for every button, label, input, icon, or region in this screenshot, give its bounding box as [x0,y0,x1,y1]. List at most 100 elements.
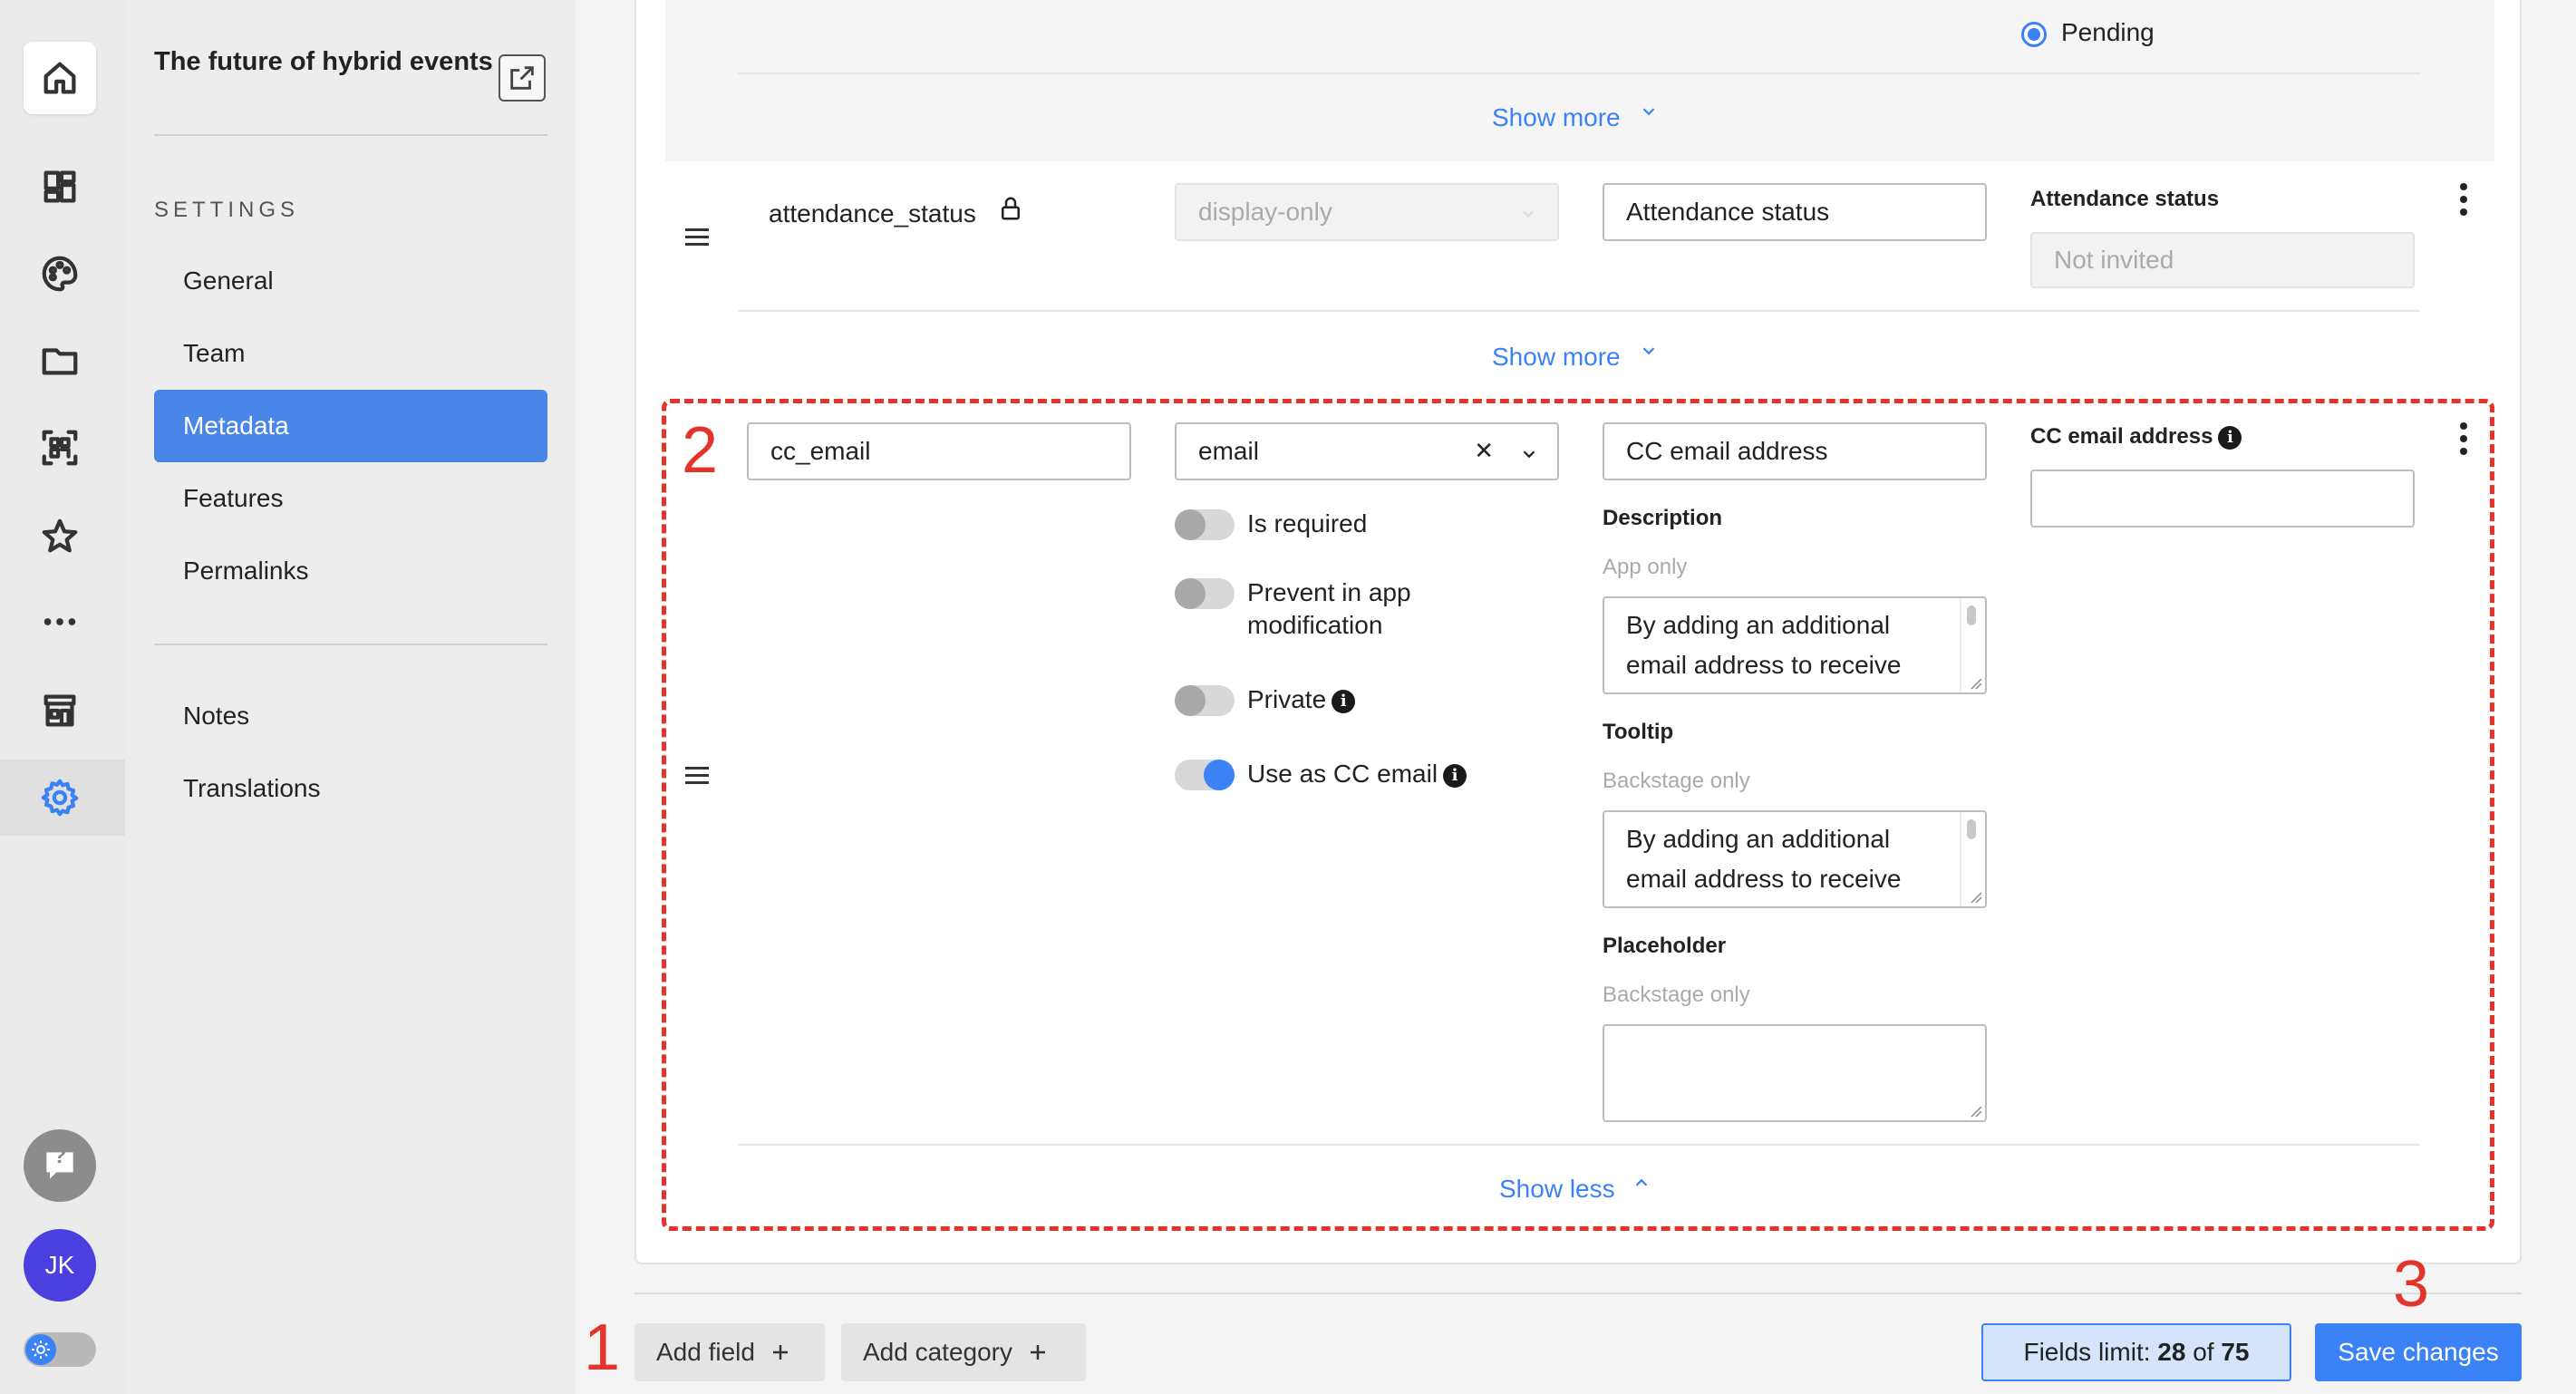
row-divider [738,310,2420,312]
qr-code-icon[interactable] [24,411,96,484]
use-as-cc-email-label: Use as CC email i [1247,760,1467,789]
limit-used: 28 [2157,1338,2186,1366]
folder-icon[interactable] [24,324,96,397]
plus-icon [1031,1345,1045,1360]
open-external-button[interactable] [499,54,546,102]
drag-handle-icon[interactable] [685,767,709,789]
store-icon[interactable] [24,674,96,747]
pending-radio-label: Pending [2061,18,2155,46]
settings-section-label: SETTINGS [154,198,300,222]
kebab-menu-icon[interactable] [2458,183,2469,216]
sidebar-item-team[interactable]: Team [154,317,547,390]
annotation-2: 2 [682,414,719,487]
sidebar-divider [154,644,547,645]
clear-icon[interactable]: ✕ [1474,437,1494,465]
external-link-icon [510,66,534,90]
limit-total: 75 [2221,1338,2250,1366]
prevent-modification-toggle[interactable] [1175,578,1235,609]
private-label: Private i [1247,685,1356,714]
prevent-modification-label: Prevent in app [1247,578,1411,606]
chevron-down-icon [1523,210,1534,218]
row-divider [738,1144,2420,1146]
info-icon[interactable]: i [2218,425,2242,450]
footer-divider [634,1292,2522,1294]
annotation-3: 3 [2393,1248,2430,1321]
preview-title: CC email address i [2030,424,2242,450]
sidebar-item-general[interactable]: General [154,245,547,317]
tooltip-textarea[interactable]: By adding an additional email address to… [1603,810,1987,908]
resize-handle-icon[interactable] [1970,677,1982,690]
add-field-label: Add field [656,1338,755,1366]
drag-handle-icon[interactable] [685,228,709,250]
is-required-toggle[interactable] [1175,509,1235,540]
field-type-value: display-only [1198,198,1332,226]
chevron-up-icon[interactable] [1632,1173,1651,1197]
placeholder-sub: Backstage only [1603,983,1750,1007]
star-icon[interactable] [24,500,96,573]
tooltip-title: Tooltip [1603,720,1674,744]
add-field-button[interactable]: Add field [634,1323,825,1381]
tooltip-line2: email address to receive [1626,865,1902,893]
home-icon[interactable] [24,42,96,114]
field-type-select[interactable]: email ✕ [1175,422,1559,480]
add-category-label: Add category [863,1338,1012,1366]
placeholder-textarea[interactable] [1603,1024,1987,1122]
field-label-input[interactable]: CC email address [1603,422,1987,480]
scrollbar[interactable] [1967,605,1976,625]
field-label-input[interactable]: Attendance status [1603,183,1987,241]
description-textarea[interactable]: By adding an additional email address to… [1603,596,1987,694]
resize-handle-icon[interactable] [1970,891,1982,904]
chevron-down-icon[interactable] [1639,102,1659,126]
sidebar-item-translations[interactable]: Translations [154,752,547,825]
preview-input[interactable] [2030,470,2415,528]
sidebar-divider [154,134,547,136]
help-glyph: ? [53,1144,67,1168]
save-changes-button[interactable]: Save changes [2315,1323,2522,1381]
preview-title: Attendance status [2030,187,2220,211]
is-required-label: Is required [1247,509,1368,537]
description-line2: email address to receive [1626,651,1902,679]
use-as-cc-email-toggle[interactable] [1175,760,1235,790]
field-row-partial [665,0,2494,161]
info-icon[interactable]: i [1332,689,1356,713]
resize-handle-icon[interactable] [1970,1105,1982,1118]
pending-radio[interactable] [2021,22,2047,47]
field-type-value: email [1198,437,1259,465]
theme-toggle[interactable] [24,1332,96,1367]
fields-limit-badge: Fields limit: 28 of 75 [1981,1323,2291,1381]
avatar[interactable]: JK [24,1229,96,1302]
event-title: The future of hybrid events [154,47,493,76]
dashboard-icon[interactable] [24,150,96,223]
field-key-input[interactable]: cc_email [747,422,1131,480]
show-more-link[interactable]: Show more [1492,103,1621,132]
gear-icon[interactable] [24,761,96,834]
description-sub: App only [1603,555,1688,579]
chevron-down-icon[interactable] [1639,341,1659,365]
show-more-link[interactable]: Show more [1492,343,1621,372]
icon-rail: ? JK [0,0,125,1394]
description-title: Description [1603,506,1723,530]
sidebar-item-permalinks[interactable]: Permalinks [154,535,547,607]
scrollbar[interactable] [1967,819,1976,839]
prevent-modification-label-line2: modification [1247,611,1383,639]
chevron-down-icon[interactable] [1519,444,1539,464]
row-divider [738,73,2420,74]
description-line1: By adding an additional [1626,611,1891,639]
kebab-menu-icon[interactable] [2458,422,2469,455]
field-type-select: display-only [1175,183,1559,241]
show-less-link[interactable]: Show less [1499,1175,1615,1204]
lock-icon [997,194,1024,227]
more-icon[interactable] [24,586,96,658]
preview-input: Not invited [2030,232,2415,288]
add-category-button[interactable]: Add category [841,1323,1086,1381]
private-toggle[interactable] [1175,685,1235,716]
tooltip-sub: Backstage only [1603,769,1750,793]
sidebar-item-features[interactable]: Features [154,462,547,535]
annotation-1: 1 [584,1312,621,1384]
help-button[interactable]: ? [24,1129,96,1202]
sidebar-item-notes[interactable]: Notes [154,680,547,752]
info-icon[interactable]: i [1443,763,1467,788]
palette-icon[interactable] [24,237,96,310]
sun-icon [25,1334,56,1365]
sidebar-item-metadata[interactable]: Metadata [154,390,547,462]
